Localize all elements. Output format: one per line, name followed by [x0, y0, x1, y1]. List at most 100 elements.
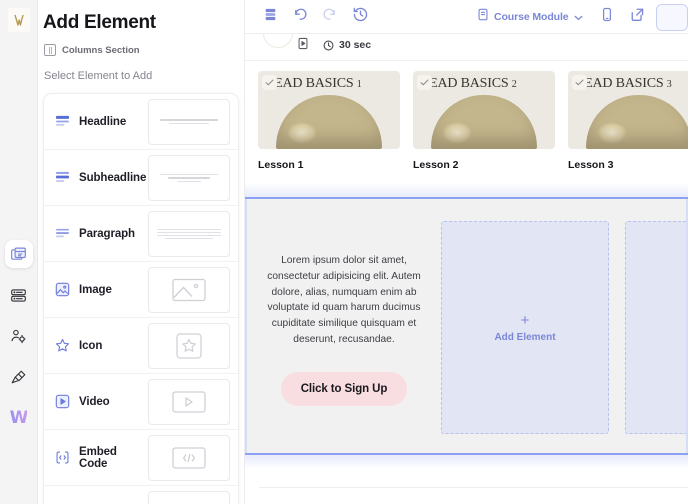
- video-icon: [54, 394, 71, 409]
- history-icon: [352, 6, 369, 28]
- breadcrumb[interactable]: Columns Section: [38, 34, 244, 56]
- undo-icon: [292, 6, 308, 27]
- columns-section-label: Columns Section: [62, 44, 140, 56]
- document-icon: [477, 8, 489, 26]
- dropzone-group: + Add Element + Add: [437, 221, 686, 453]
- progress-ring: [263, 34, 293, 48]
- plus-icon: +: [520, 311, 530, 329]
- lesson-name: Lesson 2: [413, 159, 459, 171]
- page-selector[interactable]: Course Module: [477, 0, 583, 34]
- selected-section[interactable]: Lorem ipsum dolor sit amet, consectetur …: [245, 183, 688, 469]
- add-element-panel: Add Element Columns Section Select Eleme…: [38, 0, 245, 504]
- list-item-video[interactable]: Video: [44, 374, 238, 430]
- lesson-thumbnail: READ BASICS 1: [258, 71, 400, 149]
- select-element-hint: Select Element to Add: [44, 70, 153, 82]
- app-logo-w[interactable]: W: [5, 404, 33, 432]
- image-icon: [54, 282, 71, 297]
- rail-icon-group: W: [0, 240, 37, 432]
- star-preview: [148, 322, 230, 369]
- list-item-headline[interactable]: Headline: [44, 94, 238, 150]
- lesson-thumbnail: READ BASICS 2: [413, 71, 555, 149]
- list-item-label: Subheadline: [79, 171, 147, 184]
- lesson-name: Lesson 1: [258, 159, 304, 171]
- headline-preview: [148, 98, 230, 145]
- list-item-image[interactable]: Image: [44, 262, 238, 318]
- brand-logo: [7, 8, 30, 32]
- lesson-card[interactable]: READ BASICS 2 Lesson 2: [413, 71, 555, 183]
- list-item-icon[interactable]: Icon: [44, 318, 238, 374]
- columns-section-canvas: Lorem ipsum dolor sit amet, consectetur …: [245, 199, 688, 453]
- embed-code-preview: [148, 434, 230, 481]
- list-item-label: Paragraph: [79, 227, 135, 240]
- page-title: Add Element: [43, 12, 156, 33]
- list-item-label: Embed Code: [79, 445, 117, 470]
- star-icon: [54, 338, 71, 353]
- bread-image: [431, 95, 537, 149]
- sidebar-item-sections[interactable]: [5, 281, 33, 309]
- video-thumb-icon[interactable]: [297, 37, 309, 55]
- lesson-check-badge[interactable]: [572, 75, 587, 90]
- bread-image: [276, 95, 382, 149]
- video-preview: [148, 378, 230, 425]
- text-column[interactable]: Lorem ipsum dolor sit amet, consectetur …: [247, 221, 437, 453]
- pages-icon: [10, 246, 27, 263]
- app-root: W Add Element Columns Section Select Ele…: [0, 0, 688, 504]
- mobile-preview-button[interactable]: [592, 2, 622, 32]
- selection-glow-bottom: [245, 455, 688, 469]
- lesson-badge-title: READ BASICS 1: [265, 76, 362, 91]
- brush-icon: [10, 369, 27, 386]
- lesson-check-badge[interactable]: [417, 75, 432, 90]
- open-external-button[interactable]: [622, 2, 652, 32]
- sections-icon: [10, 287, 27, 304]
- list-item-label: Icon: [79, 339, 103, 352]
- lesson-meta-toolbar: 30 sec: [245, 34, 688, 61]
- columns-section-icon: [44, 44, 56, 56]
- members-settings-icon: [10, 328, 27, 345]
- sections-toolbar-button[interactable]: [255, 2, 285, 32]
- list-item-button[interactable]: Button: [44, 486, 238, 504]
- embed-code-icon: [54, 450, 71, 465]
- lesson-card[interactable]: READ BASICS 3 Lesson 3: [568, 71, 688, 183]
- list-item-paragraph[interactable]: Paragraph: [44, 206, 238, 262]
- below-section-area: [245, 469, 688, 504]
- paragraph-icon: [54, 227, 71, 240]
- open-external-icon: [630, 7, 645, 27]
- undo-button[interactable]: [285, 2, 315, 32]
- sidebar-item-pages[interactable]: [4, 240, 33, 268]
- subheadline-preview: [148, 154, 230, 201]
- toolbar-right-group: [592, 0, 688, 34]
- list-item-subheadline[interactable]: Subheadline: [44, 150, 238, 206]
- bread-image: [586, 95, 688, 149]
- mobile-preview-icon: [600, 7, 614, 27]
- add-element-dropzone[interactable]: + Add: [625, 221, 686, 434]
- sections-icon: [263, 7, 278, 27]
- add-element-label: Add Element: [494, 331, 556, 343]
- section-divider: [259, 487, 688, 488]
- selection-glow-top: [245, 183, 688, 197]
- list-item-label: Headline: [79, 115, 127, 128]
- redo-icon: [322, 6, 338, 27]
- image-preview: [148, 266, 230, 313]
- signup-button[interactable]: Click to Sign Up: [280, 371, 408, 406]
- history-button[interactable]: [345, 2, 375, 32]
- sidebar-item-design[interactable]: [5, 363, 33, 391]
- add-element-dropzone[interactable]: + Add Element: [441, 221, 609, 434]
- subheadline-icon: [54, 171, 71, 184]
- clock-icon: [323, 38, 334, 56]
- chevron-down-icon: [574, 8, 583, 26]
- editor-toolbar: Course Module: [245, 0, 688, 34]
- lesson-name: Lesson 3: [568, 159, 614, 171]
- page-selector-label: Course Module: [494, 11, 569, 23]
- headline-icon: [54, 115, 71, 128]
- paragraph-text: Lorem ipsum dolor sit amet, consectetur …: [267, 255, 421, 346]
- sidebar-item-members[interactable]: [5, 322, 33, 350]
- paragraph-preview: [148, 210, 230, 257]
- publish-button-partial[interactable]: [656, 3, 688, 31]
- redo-button[interactable]: [315, 2, 345, 32]
- lesson-card[interactable]: READ BASICS 1 Lesson 1: [258, 71, 400, 183]
- lesson-badge-title: READ BASICS 2: [420, 76, 517, 91]
- lesson-check-badge[interactable]: [262, 75, 277, 90]
- lesson-thumbnail: READ BASICS 3: [568, 71, 688, 149]
- w-logo-glyph: W: [9, 408, 29, 428]
- list-item-embed-code[interactable]: Embed Code: [44, 430, 238, 486]
